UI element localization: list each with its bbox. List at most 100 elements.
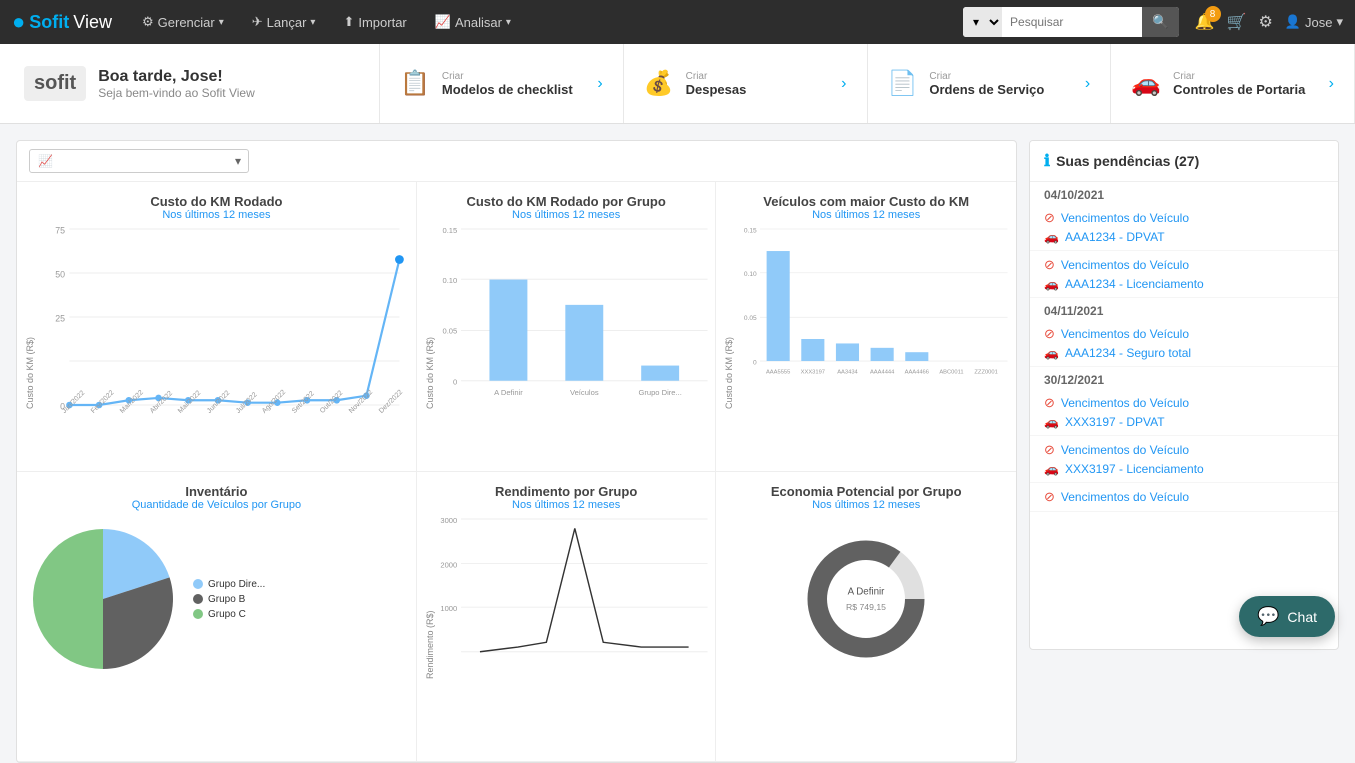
checklist-label-small: Criar: [442, 71, 573, 82]
chart-inventario: Inventário Quantidade de Veículos por Gr…: [17, 472, 417, 762]
pending-row-3-2: 🚗 XXX3197 - DPVAT: [1044, 413, 1324, 431]
search-input[interactable]: [1002, 7, 1142, 37]
svg-text:0: 0: [453, 378, 457, 387]
chart-rendimento-title: Rendimento por Grupo: [425, 484, 708, 499]
chart-economia-title: Economia Potencial por Grupo: [724, 484, 1008, 499]
pending-date-3: 30/12/2021: [1030, 367, 1338, 389]
svg-text:0.15: 0.15: [744, 227, 757, 234]
chart5-y-label: Rendimento (R$): [425, 519, 435, 679]
chart-km-rodado-subtitle: Nos últimos 12 meses: [25, 209, 408, 221]
chart-inventario-title: Inventário: [25, 484, 408, 499]
legend-dot-grupo-c: [193, 609, 203, 619]
sidebar-title: Suas pendências (27): [1056, 153, 1199, 169]
svg-text:ZZZ0001: ZZZ0001: [975, 369, 998, 375]
chart5-svg: 3000 2000 1000: [461, 519, 708, 652]
quick-action-ordens[interactable]: 📄 Criar Ordens de Serviço ›: [868, 44, 1112, 123]
brand-logo[interactable]: ● Sofit View: [12, 9, 112, 35]
pending-row-2-2: 🚗 AAA1234 - Seguro total: [1044, 344, 1324, 362]
cart-button[interactable]: 🛒: [1227, 12, 1247, 32]
chart-veiculos-custo-title: Veículos com maior Custo do KM: [724, 194, 1008, 209]
nav-lancar[interactable]: ✈ Lançar ▾: [242, 10, 326, 34]
chart-km-grupo-subtitle: Nos últimos 12 meses: [425, 209, 708, 221]
welcome-box: sofit Boa tarde, Jose! Seja bem-vindo ao…: [0, 44, 380, 123]
svg-text:A Definir: A Definir: [848, 587, 886, 598]
welcome-text: Boa tarde, Jose! Seja bem-vindo ao Sofit…: [98, 68, 255, 100]
svg-text:0.05: 0.05: [744, 315, 757, 322]
settings-button[interactable]: ⚙: [1258, 12, 1272, 32]
ordens-icon: 📄: [888, 69, 918, 98]
car-icon-3-2: 🚗: [1044, 415, 1059, 429]
pending-link-1-3[interactable]: Vencimentos do Veículo: [1061, 258, 1189, 272]
svg-text:75: 75: [55, 225, 65, 235]
svg-text:Veículos: Veículos: [570, 388, 599, 397]
alert-icon-1-1: ⊘: [1044, 210, 1055, 226]
search-button[interactable]: 🔍: [1142, 7, 1179, 37]
chat-button[interactable]: 💬 Chat: [1239, 596, 1335, 637]
nav-icons: 🔔 8 🛒 ⚙ 👤 Jose ▾: [1195, 12, 1343, 32]
pending-item-6: ⊘ Vencimentos do Veículo: [1030, 483, 1338, 512]
pending-link-3-5[interactable]: Vencimentos do Veículo: [1061, 490, 1189, 504]
chart-km-grupo-title: Custo do KM Rodado por Grupo: [425, 194, 708, 209]
nav-importar[interactable]: ⬆ Importar: [333, 10, 416, 34]
pending-date-1: 04/10/2021: [1030, 182, 1338, 204]
welcome-greeting: Boa tarde, Jose!: [98, 68, 255, 86]
brand-view: View: [73, 12, 112, 33]
legend-label-grupo-dire: Grupo Dire...: [208, 579, 265, 590]
checklist-label: Modelos de checklist: [442, 82, 573, 97]
pending-link-3-1[interactable]: Vencimentos do Veículo: [1061, 396, 1189, 410]
svg-text:1000: 1000: [440, 604, 457, 613]
alert-icon-3-5: ⊘: [1044, 489, 1055, 505]
analisar-caret: ▾: [506, 17, 511, 28]
pending-row-3-3: ⊘ Vencimentos do Veículo: [1044, 440, 1324, 460]
welcome-subtitle: Seja bem-vindo ao Sofit View: [98, 86, 255, 100]
svg-text:XXX3197: XXX3197: [801, 369, 825, 375]
nav-analisar[interactable]: 📈 Analisar ▾: [425, 10, 521, 34]
sidebar-header: ℹ Suas pendências (27): [1030, 141, 1338, 182]
user-menu[interactable]: 👤 Jose ▾: [1285, 14, 1343, 30]
pending-link-2-2[interactable]: AAA1234 - Seguro total: [1065, 346, 1191, 360]
quick-action-despesas[interactable]: 💰 Criar Despesas ›: [624, 44, 868, 123]
nav-gerenciar[interactable]: ⚙ Gerenciar ▾: [132, 10, 234, 34]
chat-bubble-icon: 💬: [1257, 606, 1279, 627]
svg-text:Grupo Dire...: Grupo Dire...: [638, 388, 681, 397]
car-icon-1-2: 🚗: [1044, 230, 1059, 244]
chart-rendimento-subtitle: Nos últimos 12 meses: [425, 499, 708, 511]
car-icon-1-4: 🚗: [1044, 277, 1059, 291]
sidebar-info-icon: ℹ: [1044, 151, 1050, 171]
pending-link-3-4[interactable]: XXX3197 - Licenciamento: [1065, 462, 1204, 476]
legend-dot-grupo-b: [193, 594, 203, 604]
gerenciar-caret: ▾: [219, 17, 224, 28]
pending-link-1-2[interactable]: AAA1234 - DPVAT: [1065, 230, 1165, 244]
pending-row-3-1: ⊘ Vencimentos do Veículo: [1044, 393, 1324, 413]
chart2-svg: 0.15 0.10 0.05 0 A Definir Veículos Grup…: [461, 229, 708, 381]
chart6-donut-svg: A Definir R$ 749,15: [801, 534, 931, 664]
search-bar: ▾ 🔍: [963, 7, 1179, 37]
quick-action-portaria[interactable]: 🚗 Criar Controles de Portaria ›: [1111, 44, 1355, 123]
chart-select[interactable]: 📈: [29, 149, 249, 173]
charts-area: 📈 Custo do KM Rodado Nos últimos 12 mese…: [16, 140, 1017, 763]
pending-link-2-1[interactable]: Vencimentos do Veículo: [1061, 327, 1189, 341]
svg-text:A Definir: A Definir: [494, 388, 523, 397]
pending-row-1-3: ⊘ Vencimentos do Veículo: [1044, 255, 1324, 275]
chart-toolbar: 📈: [17, 141, 1016, 182]
navbar: ● Sofit View ⚙ Gerenciar ▾ ✈ Lançar ▾ ⬆ …: [0, 0, 1355, 44]
search-filter-select[interactable]: ▾: [963, 7, 1002, 37]
pending-link-1-1[interactable]: Vencimentos do Veículo: [1061, 211, 1189, 225]
welcome-strip: sofit Boa tarde, Jose! Seja bem-vindo ao…: [0, 44, 1355, 124]
pending-row-1-2: 🚗 AAA1234 - DPVAT: [1044, 228, 1324, 246]
pending-item-5: ⊘ Vencimentos do Veículo 🚗 XXX3197 - Lic…: [1030, 436, 1338, 483]
main-content: 📈 Custo do KM Rodado Nos últimos 12 mese…: [0, 124, 1355, 763]
svg-text:0.10: 0.10: [442, 276, 457, 285]
chart-veiculos-custo: Veículos com maior Custo do KM Nos últim…: [716, 182, 1016, 472]
portaria-label-small: Criar: [1173, 71, 1305, 82]
pending-link-1-4[interactable]: AAA1234 - Licenciamento: [1065, 277, 1204, 291]
svg-text:AAA5555: AAA5555: [766, 369, 790, 375]
sidebar-panel: ℹ Suas pendências (27) 04/10/2021 ⊘ Venc…: [1029, 140, 1339, 650]
quick-action-checklist[interactable]: 📋 Criar Modelos de checklist ›: [380, 44, 624, 123]
ordens-label-small: Criar: [929, 71, 1044, 82]
pending-link-3-2[interactable]: XXX3197 - DPVAT: [1065, 415, 1165, 429]
pending-link-3-3[interactable]: Vencimentos do Veículo: [1061, 443, 1189, 457]
chart4-pie-svg: [33, 529, 173, 669]
notifications-button[interactable]: 🔔 8: [1195, 12, 1215, 32]
chart3-svg: 0.15 0.10 0.05 0: [760, 229, 1008, 361]
